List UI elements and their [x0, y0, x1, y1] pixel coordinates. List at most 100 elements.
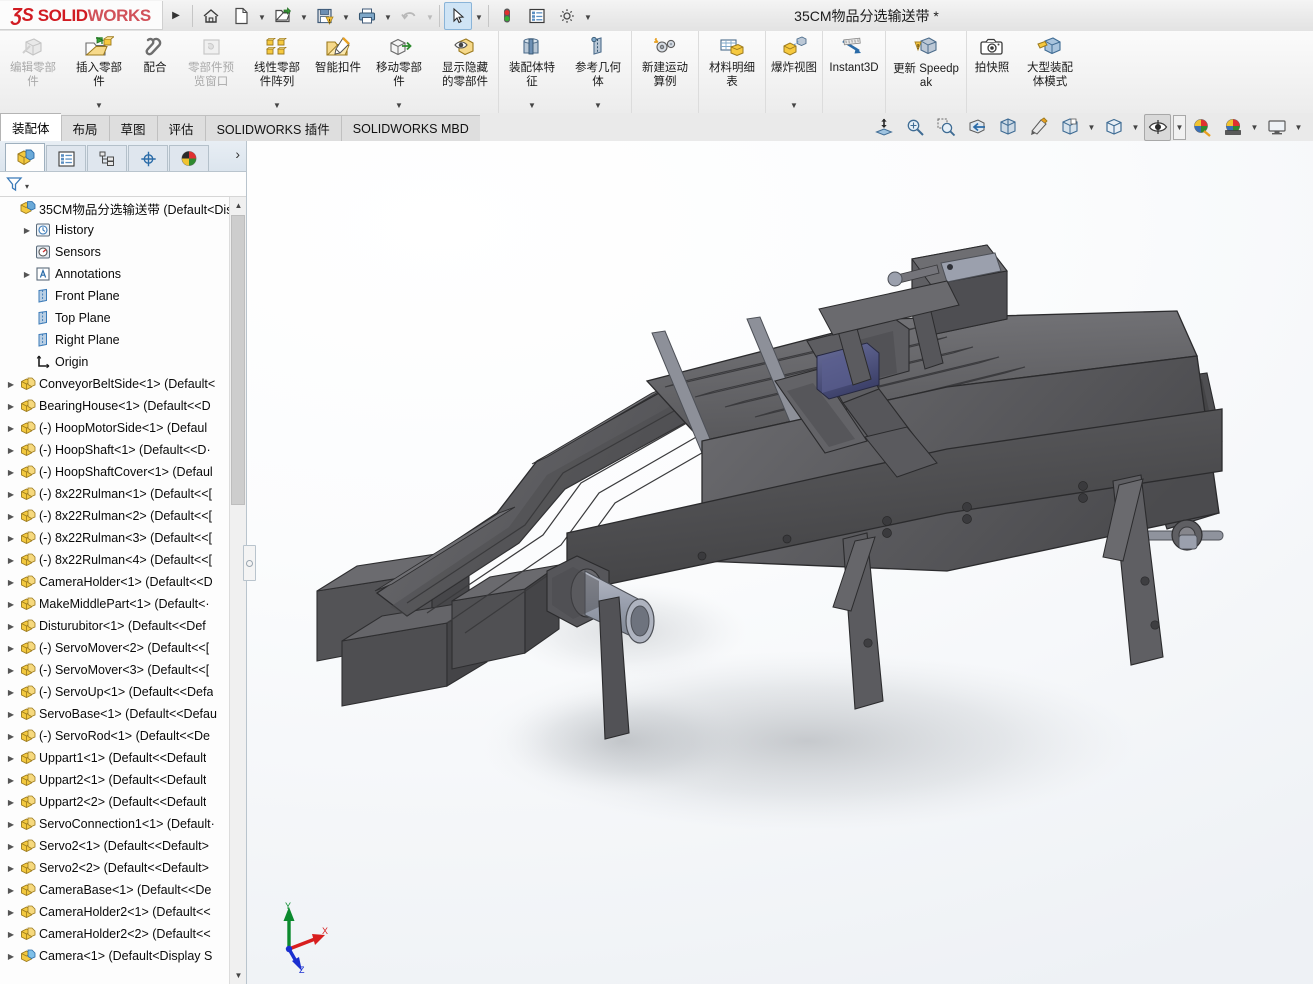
- tree-twist-toggle[interactable]: ▶: [4, 820, 18, 829]
- tree-root-item[interactable]: 35CM物品分选输送带 (Default<Disp: [0, 197, 246, 219]
- ribbon-button-exploded-view[interactable]: 爆炸视图 ▼: [766, 31, 822, 113]
- tree-item[interactable]: ▶ CameraBase<1> (Default<<De: [0, 879, 246, 901]
- hide-show-items-icon[interactable]: [1144, 113, 1171, 141]
- ribbon-button-take-snapshot[interactable]: 拍快照: [967, 31, 1017, 113]
- feature-manager-tab[interactable]: [5, 143, 45, 171]
- tree-item[interactable]: ▶ BearingHouse<1> (Default<<D: [0, 395, 246, 417]
- tree-twist-toggle[interactable]: ▶: [4, 512, 18, 521]
- tree-item[interactable]: ▶ (-) HoopShaftCover<1> (Defaul: [0, 461, 246, 483]
- scrollbar-thumb[interactable]: [231, 215, 245, 505]
- tree-item[interactable]: Front Plane: [0, 285, 246, 307]
- display-style-caret[interactable]: ▼: [1085, 115, 1098, 140]
- tree-item[interactable]: Origin: [0, 351, 246, 373]
- tree-item[interactable]: ▶ History: [0, 219, 246, 241]
- menu-expand-arrow[interactable]: ▶: [163, 0, 189, 31]
- tree-item[interactable]: ▶ ConveyorBeltSide<1> (Default<: [0, 373, 246, 395]
- property-manager-tab[interactable]: [46, 145, 86, 171]
- tree-twist-toggle[interactable]: ▶: [4, 446, 18, 455]
- view-settings-icon[interactable]: [1263, 114, 1290, 141]
- tab-layout[interactable]: 布局: [60, 115, 109, 141]
- tree-twist-toggle[interactable]: ▶: [4, 886, 18, 895]
- options-caret[interactable]: ▼: [582, 3, 594, 29]
- ribbon-dropdown-caret[interactable]: ▼: [528, 101, 536, 113]
- dimxpert-manager-tab[interactable]: [128, 145, 168, 171]
- ribbon-button-bill-of-materials[interactable]: 材料明细表: [699, 31, 765, 113]
- tree-twist-toggle[interactable]: ▶: [4, 842, 18, 851]
- ribbon-button-instant3d[interactable]: Instant3D: [823, 31, 885, 113]
- apply-scene-caret[interactable]: ▼: [1248, 115, 1261, 140]
- section-view-icon[interactable]: [963, 114, 990, 141]
- tree-item[interactable]: ▶ MakeMiddlePart<1> (Default<·: [0, 593, 246, 615]
- gear-icon[interactable]: [553, 2, 581, 30]
- ribbon-button-new-motion-study[interactable]: 新建运动算例: [632, 31, 698, 113]
- tree-item[interactable]: ▶ Disturubitor<1> (Default<<Def: [0, 615, 246, 637]
- scroll-down-arrow-icon[interactable]: ▼: [230, 967, 246, 984]
- ribbon-button-large-assembly-mode[interactable]: 大型装配体模式: [1017, 31, 1083, 113]
- print-icon[interactable]: [353, 2, 381, 30]
- tab-solidworks-addins[interactable]: SOLIDWORKS 插件: [204, 115, 341, 141]
- tree-item[interactable]: ▶ (-) 8x22Rulman<3> (Default<<[: [0, 527, 246, 549]
- tree-item[interactable]: ▶ CameraHolder<1> (Default<<D: [0, 571, 246, 593]
- tree-item[interactable]: Sensors: [0, 241, 246, 263]
- tab-sketch[interactable]: 草图: [108, 115, 157, 141]
- edit-appearance-icon[interactable]: [1188, 114, 1215, 141]
- feature-tree[interactable]: 35CM物品分选输送带 (Default<Disp ▶ History Sensor…: [0, 197, 246, 984]
- select-caret[interactable]: ▼: [473, 3, 485, 29]
- tree-twist-toggle[interactable]: ▶: [4, 490, 18, 499]
- ribbon-dropdown-caret[interactable]: ▼: [395, 101, 403, 113]
- tree-item[interactable]: ▶ (-) 8x22Rulman<1> (Default<<[: [0, 483, 246, 505]
- tree-twist-toggle[interactable]: ▶: [4, 864, 18, 873]
- ribbon-dropdown-caret[interactable]: ▼: [790, 101, 798, 113]
- panel-splitter-handle[interactable]: [243, 545, 256, 581]
- ribbon-dropdown-caret[interactable]: ▼: [95, 101, 103, 113]
- open-document-caret[interactable]: ▼: [298, 3, 310, 29]
- ribbon-button-move-component[interactable]: 移动零部件 ▼: [366, 31, 432, 113]
- tree-filter-caret[interactable]: ▾: [25, 182, 29, 191]
- tree-twist-toggle[interactable]: ▶: [4, 666, 18, 675]
- ribbon-button-show-hidden-components[interactable]: 显示隐藏的零部件: [432, 31, 498, 113]
- ribbon-button-update-speedpak[interactable]: 更新 Speedpak: [886, 31, 966, 113]
- tree-item[interactable]: ▶ ServoBase<1> (Default<<Defau: [0, 703, 246, 725]
- tree-item[interactable]: Top Plane: [0, 307, 246, 329]
- tree-twist-toggle[interactable]: ▶: [4, 710, 18, 719]
- tree-twist-toggle[interactable]: ▶: [4, 578, 18, 587]
- tree-twist-toggle[interactable]: ▶: [4, 644, 18, 653]
- tab-solidworks-mbd[interactable]: SOLIDWORKS MBD: [340, 115, 480, 141]
- tree-item[interactable]: ▶ Servo2<2> (Default<<Default>: [0, 857, 246, 879]
- tree-item[interactable]: ▶ ServoConnection1<1> (Default·: [0, 813, 246, 835]
- ribbon-button-assembly-feature[interactable]: 装配体特征 ▼: [499, 31, 565, 113]
- tree-item[interactable]: ▶ (-) ServoMover<2> (Default<<[: [0, 637, 246, 659]
- tree-item[interactable]: ▶ (-) ServoUp<1> (Default<<Defa: [0, 681, 246, 703]
- tree-twist-toggle[interactable]: ▶: [4, 754, 18, 763]
- tree-item[interactable]: ▶ (-) 8x22Rulman<4> (Default<<[: [0, 549, 246, 571]
- apply-scene-icon[interactable]: [1025, 114, 1052, 141]
- tree-twist-toggle[interactable]: ▶: [4, 798, 18, 807]
- tree-twist-toggle[interactable]: ▶: [4, 908, 18, 917]
- view-orientation-icon[interactable]: [1100, 114, 1127, 141]
- configuration-manager-tab[interactable]: [87, 145, 127, 171]
- tree-item[interactable]: ▶ Uppart1<1> (Default<<Default: [0, 747, 246, 769]
- new-document-caret[interactable]: ▼: [256, 3, 268, 29]
- ribbon-button-insert-component[interactable]: 插入零部件 ▼: [66, 31, 132, 113]
- tree-item[interactable]: ▶ Uppart2<2> (Default<<Default: [0, 791, 246, 813]
- tree-twist-toggle[interactable]: ▶: [4, 600, 18, 609]
- ribbon-dropdown-caret[interactable]: ▼: [273, 101, 281, 113]
- tree-item[interactable]: ▶ (-) ServoMover<3> (Default<<[: [0, 659, 246, 681]
- view-settings-caret[interactable]: ▼: [1292, 115, 1305, 140]
- hide-show-items-caret[interactable]: ▼: [1173, 114, 1186, 140]
- new-document-icon[interactable]: [227, 2, 255, 30]
- tree-filter-bar[interactable]: ▾: [0, 172, 246, 197]
- ribbon-button-edit-component[interactable]: 编辑零部件: [0, 31, 66, 113]
- ribbon-button-smart-fastener[interactable]: 智能扣件: [310, 31, 366, 113]
- tree-item[interactable]: Right Plane: [0, 329, 246, 351]
- zoom-to-area-icon[interactable]: [901, 114, 928, 141]
- tree-twist-toggle[interactable]: ▶: [4, 930, 18, 939]
- ribbon-dropdown-caret[interactable]: ▼: [594, 101, 602, 113]
- tab-assembly[interactable]: 装配体: [0, 113, 61, 141]
- ribbon-button-reference-geometry[interactable]: 参考几何体 ▼: [565, 31, 631, 113]
- previous-view-icon[interactable]: [932, 114, 959, 141]
- tree-item[interactable]: ▶ Servo2<1> (Default<<Default>: [0, 835, 246, 857]
- tree-twist-toggle[interactable]: ▶: [20, 226, 34, 235]
- apply-scene-palette-icon[interactable]: [1219, 114, 1246, 141]
- tree-twist-toggle[interactable]: ▶: [4, 402, 18, 411]
